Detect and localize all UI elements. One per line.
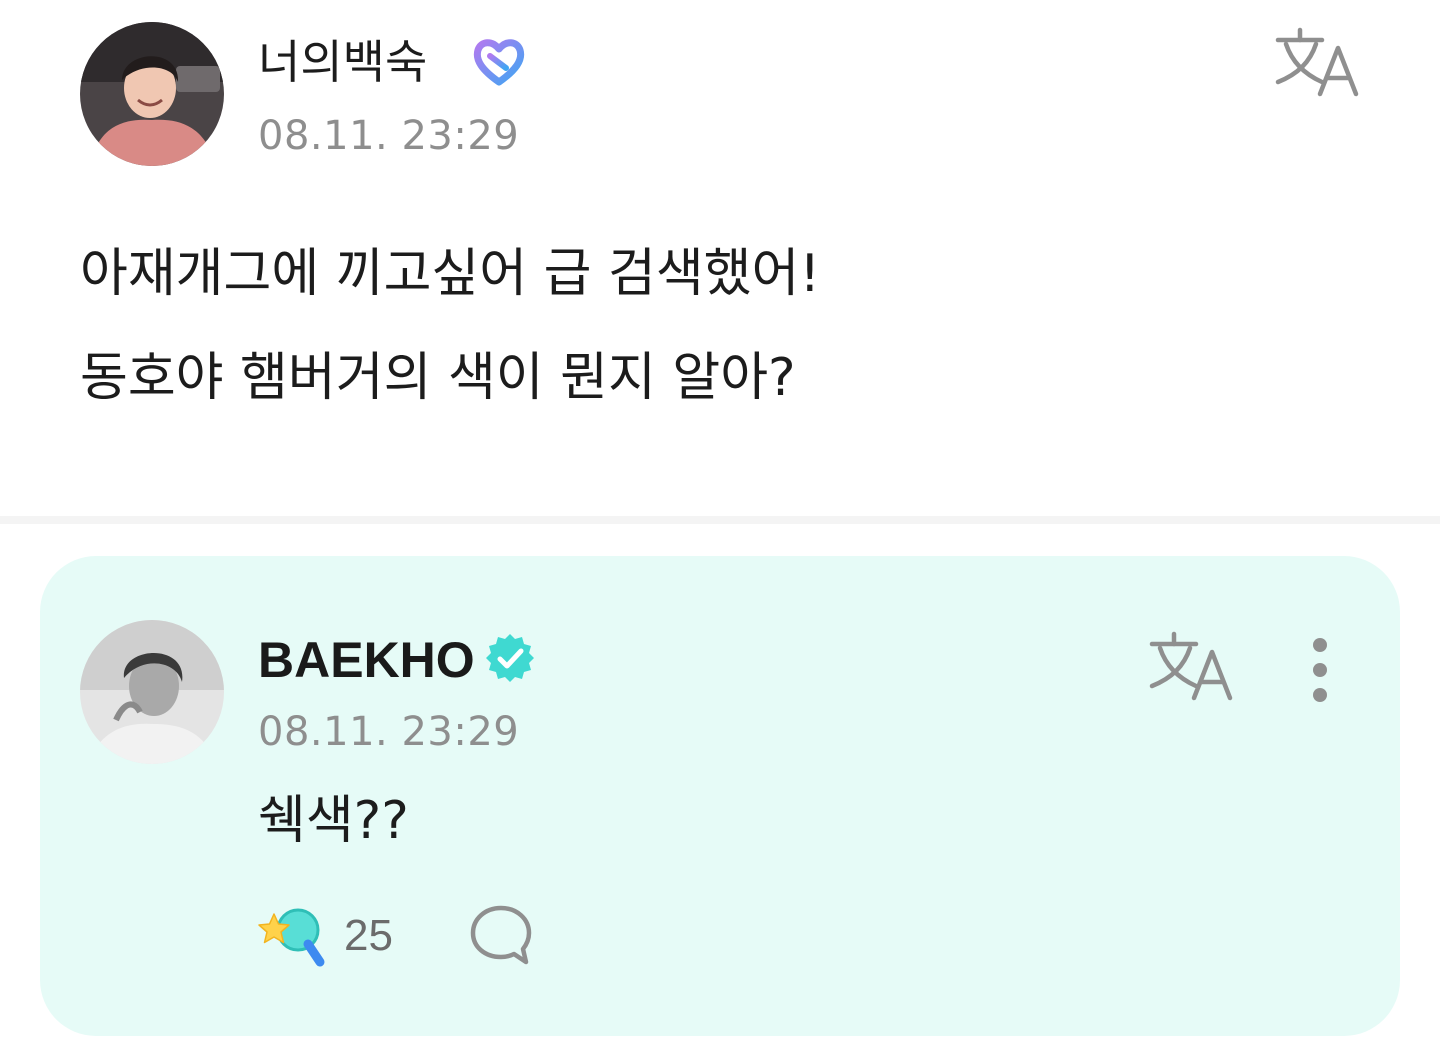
more-vertical-icon xyxy=(1313,663,1327,677)
reply-author-avatar[interactable] xyxy=(80,620,224,764)
post-author-avatar[interactable] xyxy=(80,22,224,166)
comment-bubble-icon xyxy=(470,905,532,965)
translate-icon xyxy=(1149,631,1233,701)
like-button[interactable] xyxy=(256,900,330,970)
reply-text: 쉑색?? xyxy=(258,791,409,851)
reply-timestamp: 08.11. 23:29 xyxy=(258,709,520,755)
post-author-name[interactable]: 너의백숙 xyxy=(258,34,427,90)
translate-button[interactable] xyxy=(1272,26,1362,98)
post-body-line: 동호야 햄버거의 색이 뭔지 알아? xyxy=(80,348,796,408)
comment-button[interactable] xyxy=(468,902,534,968)
post-body-line: 아재개그에 끼고싶어 급 검색했어! xyxy=(80,244,821,304)
reply-translate-button[interactable] xyxy=(1146,630,1236,702)
like-count: 25 xyxy=(344,911,393,960)
post-body: 아재개그에 끼고싶어 급 검색했어! 동호야 햄버거의 색이 뭔지 알아? xyxy=(80,222,1360,430)
artist-reply-card: BAEKHO 08.11. 23:29 쉑색?? 25 xyxy=(40,556,1400,1036)
fan-heart-badge-icon xyxy=(470,34,528,90)
post-timestamp: 08.11. 23:29 xyxy=(258,113,520,159)
post: 너의백숙 08.11. 23:29 아재개그에 끼고싶어 급 검색했어! 동호야… xyxy=(0,0,1440,516)
translate-icon xyxy=(1275,27,1359,97)
more-vertical-icon xyxy=(1313,688,1327,702)
more-vertical-icon xyxy=(1313,638,1327,652)
more-options-button[interactable] xyxy=(1302,634,1338,706)
reply-author-name[interactable]: BAEKHO xyxy=(258,632,475,688)
verified-check-icon xyxy=(484,632,536,684)
section-divider xyxy=(0,516,1440,524)
star-wand-like-icon xyxy=(258,908,325,967)
